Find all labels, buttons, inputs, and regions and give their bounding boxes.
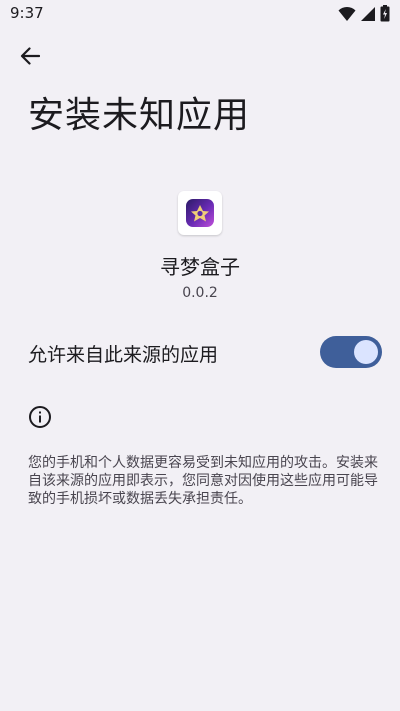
app-icon <box>178 191 222 235</box>
signal-icon <box>360 6 376 26</box>
status-bar: 9:37 <box>0 0 400 28</box>
app-logo-icon <box>186 199 214 227</box>
app-version: 0.0.2 <box>182 285 218 301</box>
status-time: 9:37 <box>10 4 44 22</box>
switch-thumb <box>354 340 378 364</box>
page-title: 安装未知应用 <box>28 95 251 136</box>
app-name: 寻梦盒子 <box>160 255 240 279</box>
allow-source-switch[interactable] <box>320 336 382 368</box>
status-icons <box>338 5 390 26</box>
wifi-icon <box>338 6 356 26</box>
battery-icon <box>380 5 390 26</box>
arrow-back-icon <box>20 47 41 69</box>
warning-text: 您的手机和个人数据更容易受到未知应用的攻击。安装来自该来源的应用即表示，您同意对… <box>28 455 378 507</box>
allow-source-label: 允许来自此来源的应用 <box>28 344 219 366</box>
allow-source-setting[interactable]: 允许来自此来源的应用 <box>0 332 400 374</box>
info-icon <box>28 405 52 429</box>
back-button[interactable] <box>14 44 46 72</box>
